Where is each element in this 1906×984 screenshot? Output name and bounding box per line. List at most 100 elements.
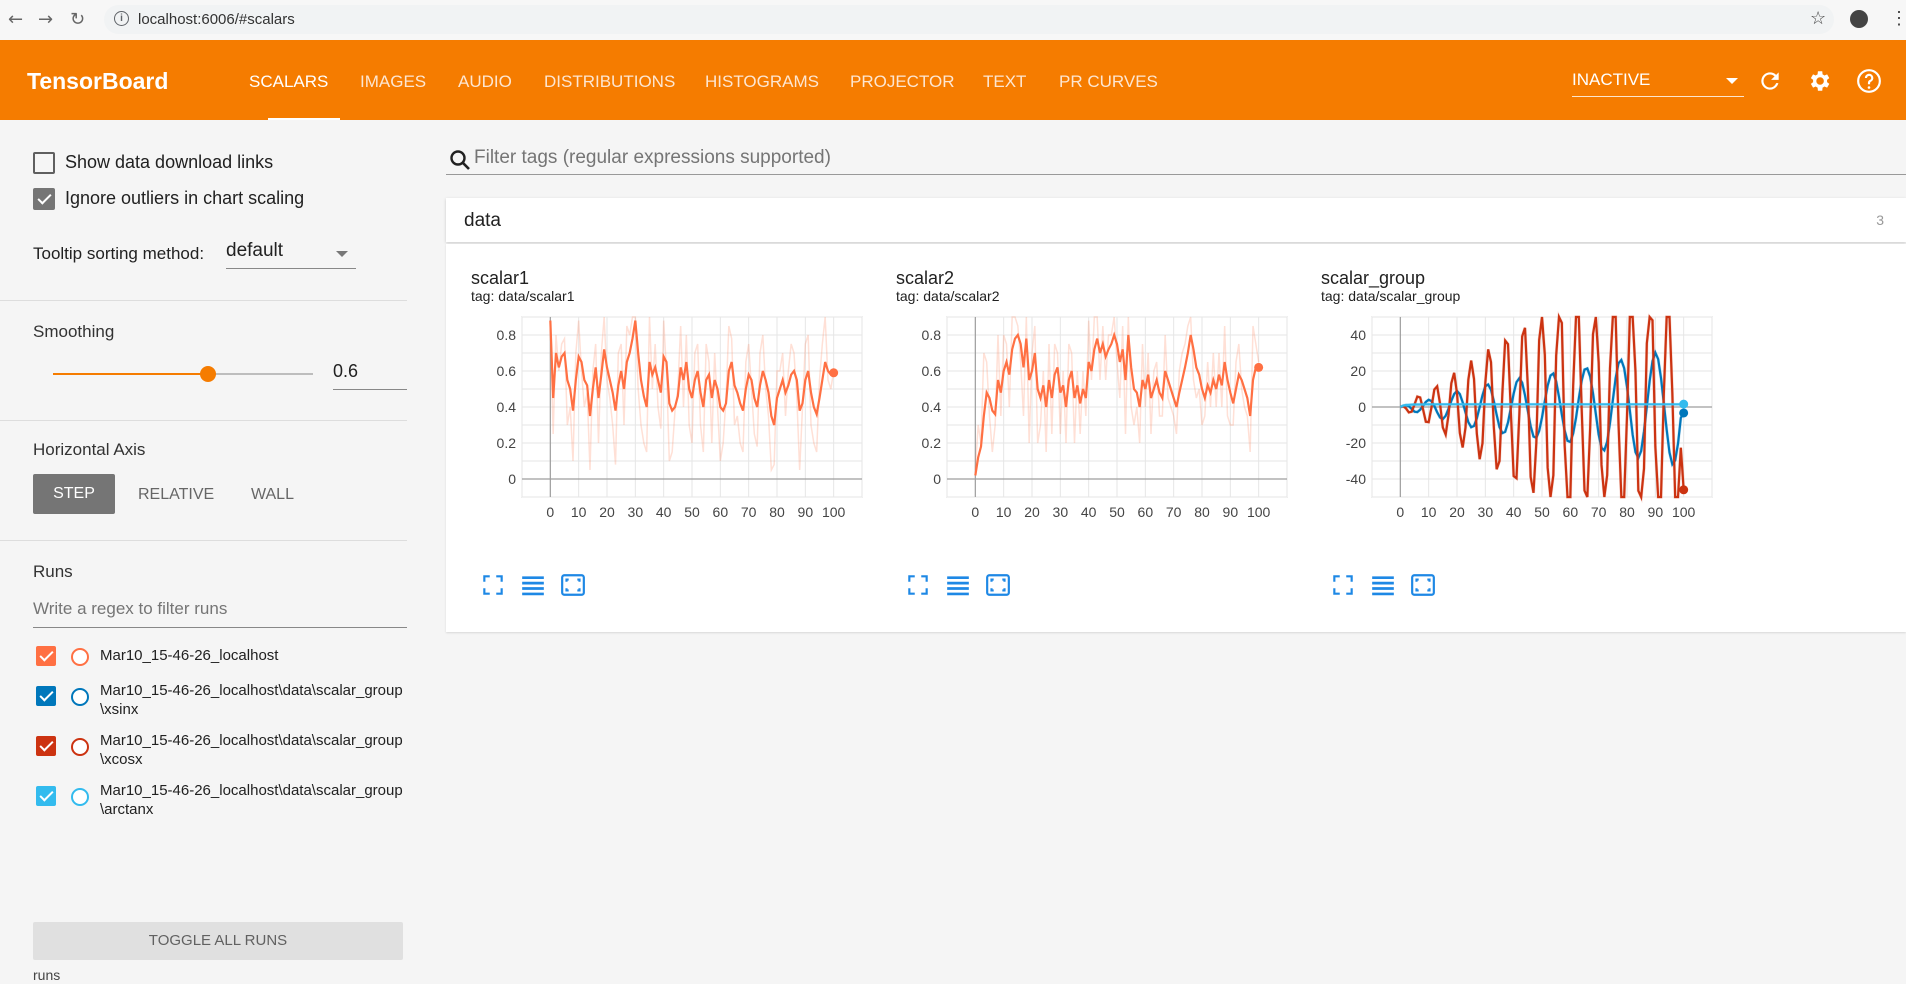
tab-audio[interactable]: AUDIO <box>458 72 512 92</box>
log-scale-icon[interactable] <box>945 572 971 598</box>
sidebar: Show data download links Ignore outliers… <box>0 120 407 984</box>
x-tick-label: 80 <box>769 504 785 520</box>
smoothing-label: Smoothing <box>33 322 115 341</box>
x-tick-label: 100 <box>822 504 846 520</box>
help-icon[interactable] <box>1856 68 1882 94</box>
last-point-marker <box>1254 362 1264 372</box>
chart-plot[interactable]: 0 10 20 30 40 50 60 70 80 90 100 0 0.2 0.4 0.6 0.8 <box>466 309 871 574</box>
bookmark-star-icon[interactable]: ☆ <box>1810 8 1826 29</box>
runs-title: Runs <box>33 562 73 581</box>
y-tick-label: 0.4 <box>922 399 942 415</box>
fit-domain-icon[interactable] <box>560 572 586 598</box>
x-tick-label: 10 <box>996 504 1012 520</box>
runs-filter-input[interactable]: Write a regex to filter runs <box>33 599 407 628</box>
smoothing-value-input[interactable]: 0.6 <box>333 361 407 390</box>
category-count: 3 <box>1876 212 1884 228</box>
tag-filter-input[interactable]: Filter tags (regular expressions support… <box>474 147 831 169</box>
tooltip-sorting-value: default <box>226 240 284 261</box>
tab-distributions[interactable]: DISTRIBUTIONS <box>544 72 675 92</box>
more-menu-icon[interactable]: ⋮ <box>1890 8 1906 29</box>
axis-step-button[interactable]: STEP <box>33 474 115 514</box>
back-icon[interactable]: ← <box>8 9 23 30</box>
tooltip-sorting-label: Tooltip sorting method: <box>33 244 205 263</box>
refresh-icon[interactable] <box>1757 68 1783 94</box>
chart-title: scalar1 <box>471 268 530 288</box>
tab-text[interactable]: TEXT <box>983 72 1026 92</box>
x-tick-label: 30 <box>1053 504 1069 520</box>
fullscreen-icon[interactable] <box>905 572 931 598</box>
smoothing-slider-track[interactable] <box>208 373 313 375</box>
app-brand: TensorBoard <box>27 68 169 94</box>
chart-tag: tag: data/scalar1 <box>471 288 575 304</box>
x-tick-label: 30 <box>628 504 644 520</box>
main-content: Filter tags (regular expressions support… <box>446 120 1906 984</box>
chart-tag: tag: data/scalar2 <box>896 288 1000 304</box>
fullscreen-icon[interactable] <box>480 572 506 598</box>
run-checkbox[interactable] <box>36 646 56 666</box>
toggle-all-runs-button[interactable]: TOGGLE ALL RUNS <box>33 922 403 960</box>
x-tick-label: 80 <box>1619 504 1635 520</box>
inactive-label: INACTIVE <box>1572 70 1651 89</box>
x-tick-label: 20 <box>1024 504 1040 520</box>
smoothing-slider-thumb[interactable] <box>200 366 216 382</box>
y-tick-label: 0.2 <box>922 435 942 451</box>
last-point-marker <box>1679 408 1689 418</box>
category-header[interactable]: data 3 <box>446 198 1906 242</box>
horizontal-axis-label: Horizontal Axis <box>33 440 146 459</box>
log-scale-icon[interactable] <box>1370 572 1396 598</box>
x-tick-label: 10 <box>571 504 587 520</box>
info-icon[interactable]: i <box>114 11 129 26</box>
fit-domain-icon[interactable] <box>1410 572 1436 598</box>
tab-pr-curves[interactable]: PR CURVES <box>1059 72 1158 92</box>
x-tick-label: 30 <box>1478 504 1494 520</box>
x-tick-label: 70 <box>1591 504 1607 520</box>
fit-domain-icon[interactable] <box>985 572 1011 598</box>
account-icon[interactable] <box>1850 10 1868 28</box>
run-radio[interactable] <box>71 738 89 756</box>
show-download-links-checkbox[interactable] <box>33 152 55 174</box>
divider <box>0 300 407 301</box>
x-tick-label: 100 <box>1247 504 1271 520</box>
run-radio[interactable] <box>71 688 89 706</box>
url-text[interactable]: localhost:6006/#scalars <box>138 11 295 28</box>
x-tick-label: 70 <box>741 504 757 520</box>
forward-icon[interactable]: → <box>38 9 53 30</box>
y-tick-label: 20 <box>1350 363 1366 379</box>
tab-images[interactable]: IMAGES <box>360 72 426 92</box>
show-download-links-label: Show data download links <box>65 152 274 172</box>
smoothing-slider-fill[interactable] <box>53 373 208 375</box>
y-tick-label: -20 <box>1346 435 1366 451</box>
x-tick-label: 40 <box>656 504 672 520</box>
run-checkbox[interactable] <box>36 736 56 756</box>
settings-gear-icon[interactable] <box>1806 68 1832 94</box>
y-tick-label: 40 <box>1350 327 1366 343</box>
chart-title: scalar_group <box>1321 268 1426 288</box>
chart-cards-area: scalar1 tag: data/scalar1 0 10 20 30 40 50 60 7… <box>446 244 1906 632</box>
tab-projector[interactable]: PROJECTOR <box>850 72 955 92</box>
y-tick-label: 0.2 <box>497 435 517 451</box>
x-tick-label: 90 <box>1648 504 1664 520</box>
reload-icon[interactable]: ↻ <box>70 9 85 30</box>
run-radio[interactable] <box>71 788 89 806</box>
tooltip-sorting-select[interactable]: default <box>226 240 356 269</box>
run-checkbox[interactable] <box>36 786 56 806</box>
browser-toolbar: ← → ↻ i localhost:6006/#scalars ☆ ⋮ <box>0 0 1906 41</box>
y-tick-label: 0 <box>1358 399 1366 415</box>
fullscreen-icon[interactable] <box>1330 572 1356 598</box>
tab-scalars[interactable]: SCALARS <box>249 72 328 92</box>
axis-relative-button[interactable]: RELATIVE <box>138 486 214 504</box>
x-tick-label: 80 <box>1194 504 1210 520</box>
run-radio[interactable] <box>71 648 89 666</box>
smoothing-value: 0.6 <box>333 361 359 381</box>
axis-wall-button[interactable]: WALL <box>251 486 294 504</box>
x-tick-label: 20 <box>599 504 615 520</box>
address-bar[interactable]: i localhost:6006/#scalars <box>104 5 1834 34</box>
chart-plot[interactable]: 0 10 20 30 40 50 60 70 80 90 100 0 0.2 0.4 0.6 0.8 <box>891 309 1296 574</box>
ignore-outliers-checkbox[interactable] <box>33 188 55 210</box>
inactive-plugins-dropdown[interactable]: INACTIVE <box>1572 70 1744 97</box>
run-checkbox[interactable] <box>36 686 56 706</box>
tab-histograms[interactable]: HISTOGRAMS <box>705 72 819 92</box>
x-tick-label: 10 <box>1421 504 1437 520</box>
log-scale-icon[interactable] <box>520 572 546 598</box>
chart-plot[interactable]: 0 10 20 30 40 50 60 70 80 90 100 -40 -20 0 20 40 <box>1316 309 1721 574</box>
